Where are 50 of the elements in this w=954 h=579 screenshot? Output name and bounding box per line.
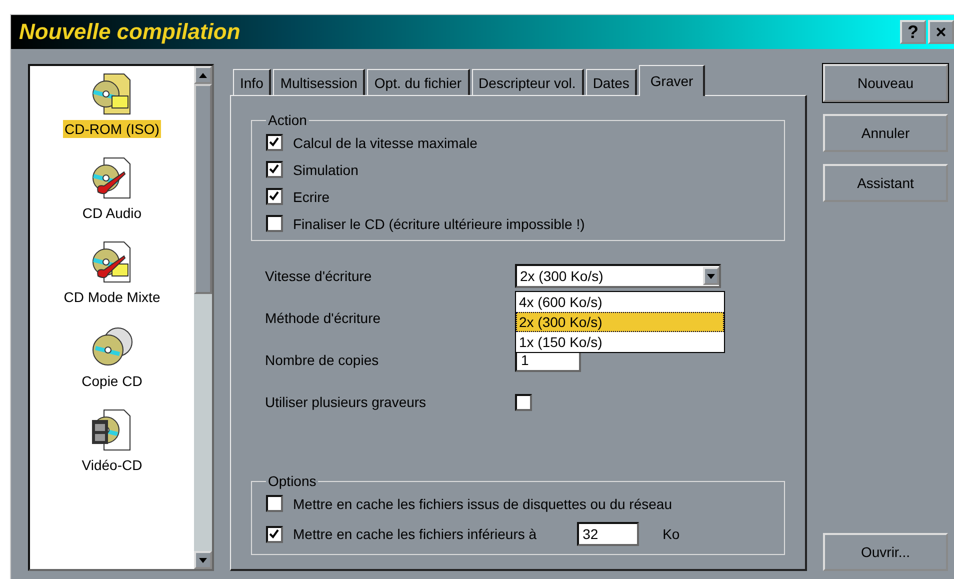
checkbox-label: Finaliser le CD (écriture ultérieure impossible !) (293, 216, 585, 232)
down-arrow-icon[interactable] (199, 558, 207, 562)
tab[interactable]: Opt. du fichier (367, 69, 470, 95)
help-button[interactable]: ? (900, 20, 926, 44)
checkbox-label: Mettre en cache les fichiers issus de disquettes ou du réseau (293, 496, 672, 512)
field-label: Méthode d'écriture (265, 310, 382, 326)
checkbox[interactable] (515, 394, 532, 410)
dropdown-option[interactable]: 4x (600 Ko/s) (516, 292, 724, 312)
tab[interactable]: Graver (639, 65, 706, 96)
dialog-button[interactable]: Annuler (823, 114, 948, 152)
unit-label: Ko (662, 526, 680, 542)
tab[interactable]: Info (233, 69, 272, 95)
checkbox[interactable] (266, 161, 283, 178)
checkbox[interactable] (266, 188, 283, 205)
check-icon (269, 137, 279, 147)
field-label: Nombre de copies (265, 352, 380, 368)
speed-dropdown[interactable]: 2x (300 Ko/s) (515, 264, 721, 288)
tab[interactable]: Multisession (273, 69, 366, 95)
caret-icon (707, 274, 715, 278)
tab[interactable]: Dates (586, 69, 638, 95)
checkbox-label: Ecrire (293, 188, 330, 204)
project-type-label[interactable]: Vidéo-CD (80, 456, 144, 474)
checkbox[interactable] (266, 134, 283, 151)
up-arrow-icon[interactable] (199, 72, 207, 78)
dialog-button[interactable]: Nouveau (823, 64, 948, 102)
check-icon (269, 191, 279, 201)
scrollbar[interactable] (194, 66, 212, 569)
checkbox[interactable] (266, 526, 283, 542)
dropdown-option[interactable]: 2x (300 Ko/s) (516, 312, 724, 332)
checkbox-label: Calcul de la vitesse maximale (293, 134, 478, 150)
size-field[interactable]: 32 (576, 522, 639, 546)
checkbox-label: Utiliser plusieurs graveurs (265, 394, 428, 410)
checkbox-label: Simulation (293, 162, 358, 178)
tab[interactable]: Descripteur vol. (472, 69, 584, 95)
check-icon (269, 164, 279, 174)
group-title: Options (267, 473, 318, 489)
close-button[interactable]: × (928, 20, 954, 44)
window-title: Nouvelle compilation (19, 19, 240, 45)
project-type-label[interactable]: Copie CD (80, 372, 144, 390)
project-type-label[interactable]: CD-ROM (ISO) (62, 120, 162, 138)
project-type-label[interactable]: CD Audio (80, 204, 144, 222)
check-icon (269, 528, 279, 538)
group-title: Action (267, 112, 308, 128)
dialog-button[interactable]: Assistant (823, 164, 948, 202)
checkbox[interactable] (266, 495, 283, 512)
project-type-label[interactable]: CD Mode Mixte (62, 288, 162, 306)
field-label: Vitesse d'écriture (265, 268, 373, 284)
open-button[interactable]: Ouvrir... (823, 533, 948, 571)
checkbox[interactable] (266, 215, 283, 232)
checkbox-label: Mettre en cache les fichiers inférieurs à (293, 526, 537, 542)
